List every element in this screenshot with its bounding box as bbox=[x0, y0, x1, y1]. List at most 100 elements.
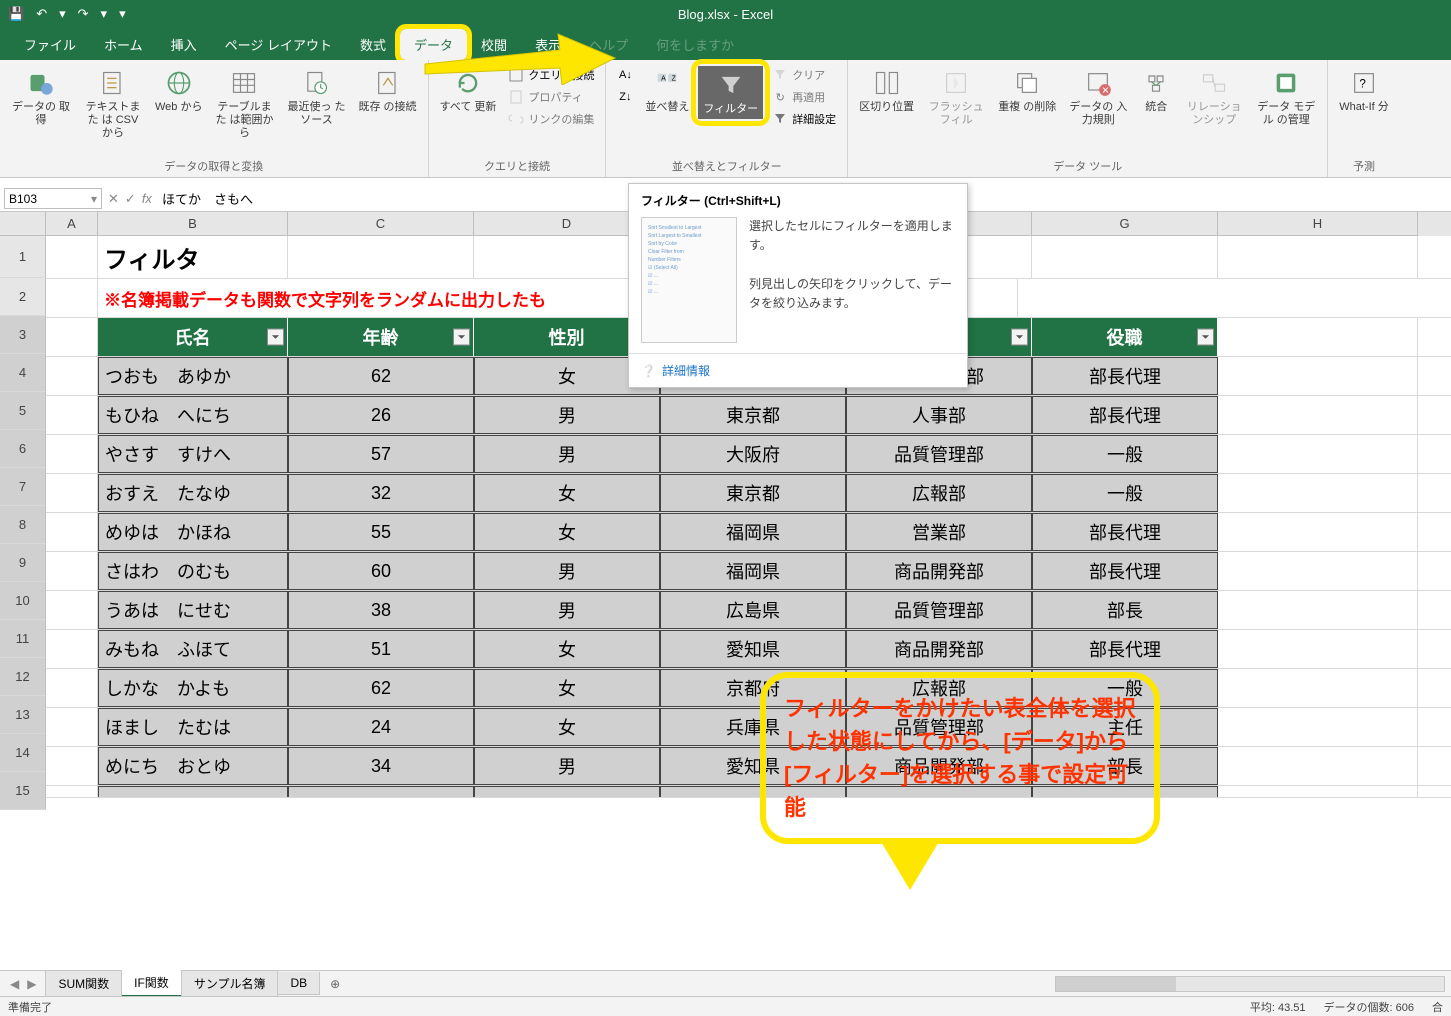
undo-icon[interactable]: ↶ bbox=[36, 6, 47, 22]
cell[interactable] bbox=[46, 708, 98, 746]
cell[interactable] bbox=[1218, 236, 1418, 278]
sheet-tab[interactable]: SUM関数 bbox=[45, 971, 122, 997]
cell[interactable] bbox=[1218, 513, 1418, 551]
sheet-tab[interactable]: IF関数 bbox=[121, 970, 182, 998]
tab-home[interactable]: ホーム bbox=[90, 29, 157, 60]
add-sheet-button[interactable]: ⊕ bbox=[320, 977, 350, 991]
col-header[interactable]: B bbox=[98, 212, 288, 236]
select-all-corner[interactable] bbox=[0, 212, 46, 236]
cell[interactable]: 一般 bbox=[1032, 435, 1218, 473]
cell[interactable]: 人事部 bbox=[846, 396, 1032, 434]
filter-dropdown-button[interactable] bbox=[453, 329, 470, 346]
cell[interactable] bbox=[1218, 708, 1418, 746]
sheet-nav[interactable]: ◀▶ bbox=[0, 977, 46, 991]
cell[interactable]: 大阪府 bbox=[660, 435, 846, 473]
sort-za-button[interactable]: Z↓ bbox=[612, 86, 638, 108]
tab-formulas[interactable]: 数式 bbox=[346, 29, 400, 60]
cell[interactable]: ほまし たむは bbox=[98, 708, 288, 746]
cell[interactable]: 24 bbox=[288, 708, 474, 746]
clear-filter-button[interactable]: クリア bbox=[767, 64, 841, 86]
cell[interactable] bbox=[1218, 552, 1418, 590]
filter-dropdown-button[interactable] bbox=[1011, 329, 1028, 346]
cell[interactable]: 商品開発部 bbox=[846, 630, 1032, 668]
row-header[interactable]: 10 bbox=[0, 582, 46, 620]
from-text-csv-button[interactable]: テキストまた は CSV から bbox=[78, 64, 148, 144]
cell[interactable]: 福岡県 bbox=[660, 513, 846, 551]
cell[interactable]: もひね へにち bbox=[98, 396, 288, 434]
tooltip-more-link[interactable]: ❔ 詳細情報 bbox=[629, 353, 967, 387]
cell[interactable]: 55 bbox=[288, 513, 474, 551]
text-to-columns-button[interactable]: 区切り位置 bbox=[854, 64, 919, 117]
col-header[interactable]: A bbox=[46, 212, 98, 236]
cell[interactable] bbox=[1218, 630, 1418, 668]
cell[interactable]: 品質管理部 bbox=[846, 591, 1032, 629]
tab-file[interactable]: ファイル bbox=[10, 29, 90, 60]
remove-duplicates-button[interactable]: 重複 の削除 bbox=[993, 64, 1061, 117]
row-header[interactable]: 3 bbox=[0, 316, 46, 354]
cell[interactable]: さはわ のむも bbox=[98, 552, 288, 590]
cell[interactable]: 品質管理部 bbox=[846, 435, 1032, 473]
edit-links-button[interactable]: リンクの編集 bbox=[503, 108, 599, 130]
cell[interactable] bbox=[46, 236, 98, 278]
manage-data-model-button[interactable]: データ モデル の管理 bbox=[1251, 64, 1321, 130]
cell[interactable]: 60 bbox=[288, 552, 474, 590]
cell[interactable]: しかな かよも bbox=[98, 669, 288, 707]
enter-icon[interactable]: ✓ bbox=[125, 191, 136, 207]
cell[interactable] bbox=[1218, 318, 1418, 356]
row-header[interactable]: 14 bbox=[0, 734, 46, 772]
existing-connections-button[interactable]: 既存 の接続 bbox=[353, 64, 421, 117]
cell[interactable]: 34 bbox=[288, 747, 474, 785]
cell[interactable]: フィルタ bbox=[98, 236, 288, 278]
cell[interactable]: うあは にせむ bbox=[98, 591, 288, 629]
refresh-all-button[interactable]: すべて 更新 bbox=[435, 64, 502, 117]
cell[interactable]: 男 bbox=[474, 591, 660, 629]
cell[interactable] bbox=[1032, 236, 1218, 278]
relationships-button[interactable]: リレーションシップ bbox=[1179, 64, 1249, 130]
cell[interactable]: 年齢 bbox=[288, 318, 474, 356]
recent-sources-button[interactable]: 最近使っ たソース bbox=[281, 64, 351, 130]
cell[interactable]: めゆは かほね bbox=[98, 513, 288, 551]
cell[interactable] bbox=[1218, 396, 1418, 434]
row-header[interactable]: 11 bbox=[0, 620, 46, 658]
advanced-filter-button[interactable]: 詳細設定 bbox=[767, 108, 841, 130]
filter-dropdown-button[interactable] bbox=[1197, 329, 1214, 346]
cell[interactable]: 広島県 bbox=[660, 591, 846, 629]
cell[interactable] bbox=[288, 236, 474, 278]
cell[interactable]: つおも あゆか bbox=[98, 357, 288, 395]
cell[interactable] bbox=[46, 591, 98, 629]
cell[interactable]: おすえ たなゆ bbox=[98, 474, 288, 512]
tab-data[interactable]: データ bbox=[400, 29, 467, 60]
cell[interactable]: 26 bbox=[288, 396, 474, 434]
cell[interactable]: 愛知県 bbox=[660, 630, 846, 668]
cell[interactable] bbox=[1218, 747, 1418, 785]
cell[interactable]: 女 bbox=[474, 513, 660, 551]
cell[interactable]: 商品開発部 bbox=[846, 552, 1032, 590]
row-header[interactable]: 13 bbox=[0, 696, 46, 734]
cell[interactable] bbox=[1218, 786, 1418, 798]
cell[interactable]: 女 bbox=[474, 474, 660, 512]
cell[interactable]: 51 bbox=[288, 630, 474, 668]
cell[interactable]: 男 bbox=[474, 435, 660, 473]
cell[interactable] bbox=[46, 435, 98, 473]
sort-az-button[interactable]: A↓ bbox=[612, 64, 638, 86]
what-if-button[interactable]: ?What-If 分 bbox=[1334, 64, 1394, 117]
filter-button[interactable]: フィルター bbox=[698, 66, 763, 119]
row-header[interactable]: 2 bbox=[0, 278, 46, 316]
cell[interactable]: やさす すけへ bbox=[98, 435, 288, 473]
cell[interactable] bbox=[1218, 474, 1418, 512]
row-header[interactable]: 4 bbox=[0, 354, 46, 392]
cell[interactable] bbox=[46, 396, 98, 434]
cell[interactable]: 38 bbox=[288, 591, 474, 629]
col-header[interactable]: C bbox=[288, 212, 474, 236]
save-icon[interactable]: 💾 bbox=[8, 6, 24, 22]
cell[interactable]: 62 bbox=[288, 357, 474, 395]
cell[interactable]: 部長代理 bbox=[1032, 630, 1218, 668]
cell[interactable]: 62 bbox=[288, 669, 474, 707]
cell[interactable] bbox=[1218, 669, 1418, 707]
cell[interactable] bbox=[1218, 357, 1418, 395]
cell[interactable] bbox=[46, 513, 98, 551]
sheet-tab[interactable]: DB bbox=[277, 972, 320, 995]
tab-insert[interactable]: 挿入 bbox=[157, 29, 211, 60]
cell[interactable] bbox=[1218, 435, 1418, 473]
tab-review[interactable]: 校閲 bbox=[467, 29, 521, 60]
